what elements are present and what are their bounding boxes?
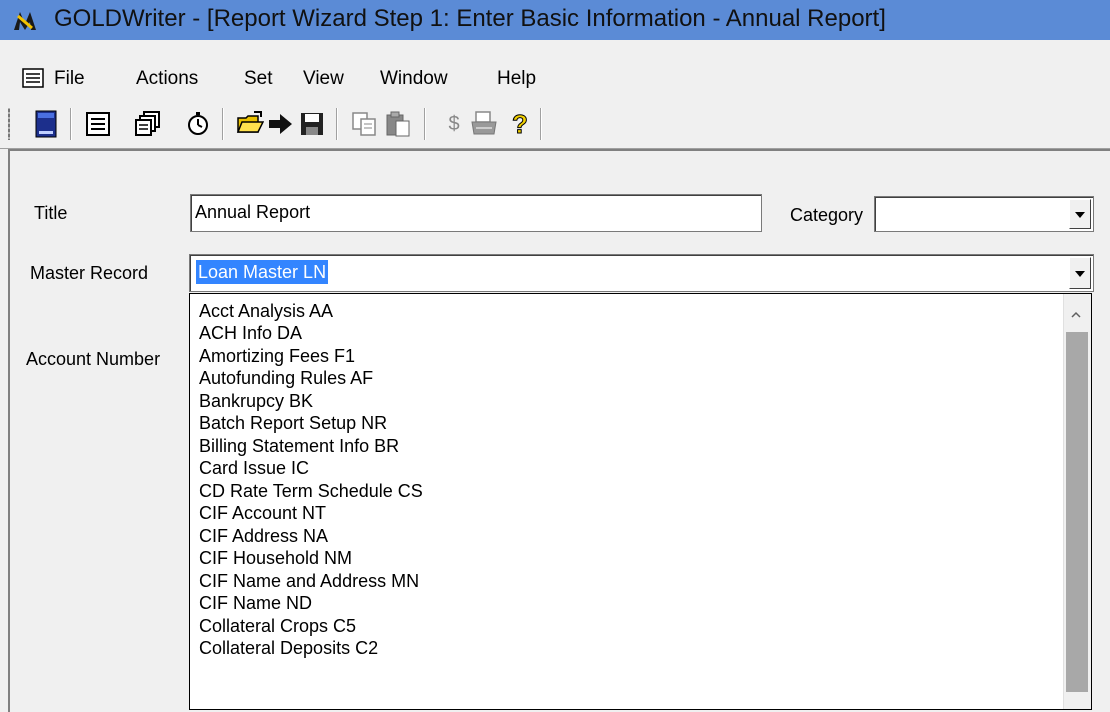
open-folder-icon[interactable]: [236, 110, 264, 138]
account-number-label: Account Number: [26, 349, 161, 369]
print-icon[interactable]: [470, 110, 498, 138]
menu-actions[interactable]: Actions: [136, 68, 198, 90]
title-bar[interactable]: GOLDWriter - [Report Wizard Step 1: Ente…: [0, 0, 1110, 40]
help-icon[interactable]: ?: [506, 110, 534, 139]
toolbar: $ ?: [0, 100, 1110, 149]
list-item[interactable]: Card Issue IC: [199, 457, 309, 479]
list-item[interactable]: CIF Account NT: [199, 502, 326, 524]
scroll-up-icon[interactable]: [1071, 310, 1081, 320]
toolbar-separator: [70, 108, 72, 140]
copy-icon[interactable]: [350, 110, 378, 138]
calculator-icon[interactable]: [32, 110, 60, 138]
list-item[interactable]: Batch Report Setup NR: [199, 412, 387, 434]
menu-help[interactable]: Help: [497, 68, 536, 90]
window-title: GOLDWriter - [Report Wizard Step 1: Ente…: [54, 5, 886, 32]
toolbar-separator: [336, 108, 338, 140]
run-arrow-icon[interactable]: [266, 110, 294, 138]
document-menu-icon[interactable]: [22, 68, 44, 88]
paste-icon[interactable]: [384, 110, 412, 138]
chevron-down-icon: [1075, 212, 1085, 218]
timer-icon[interactable]: [184, 110, 212, 138]
list-item[interactable]: Autofunding Rules AF: [199, 367, 373, 389]
menu-view[interactable]: View: [303, 68, 344, 90]
list-item[interactable]: Amortizing Fees F1: [199, 345, 355, 367]
menu-window[interactable]: Window: [380, 68, 448, 90]
list-item[interactable]: CIF Household NM: [199, 547, 352, 569]
save-icon[interactable]: [298, 110, 326, 138]
list-item[interactable]: Acct Analysis AA: [199, 300, 333, 322]
scrollbar-thumb[interactable]: [1066, 332, 1088, 692]
category-label: Category: [790, 205, 864, 225]
toolbar-separator: [540, 108, 542, 140]
menu-bar: File Actions Set View Window Help: [0, 64, 1110, 94]
master-record-label: Master Record: [30, 263, 149, 283]
category-select[interactable]: [874, 196, 1094, 232]
list-item[interactable]: Collateral Deposits C2: [199, 637, 378, 659]
category-dropdown-button[interactable]: [1069, 199, 1091, 229]
toolbar-separator: [424, 108, 426, 140]
list-item[interactable]: CIF Name ND: [199, 592, 312, 614]
list-item[interactable]: CIF Name and Address MN: [199, 570, 419, 592]
master-record-dropdown-button[interactable]: [1069, 257, 1091, 289]
list-item[interactable]: Billing Statement Info BR: [199, 435, 399, 457]
list-item[interactable]: ACH Info DA: [199, 322, 302, 344]
master-record-options-list[interactable]: Acct Analysis AA ACH Info DA Amortizing …: [189, 293, 1092, 710]
list-item[interactable]: CD Rate Term Schedule CS: [199, 480, 423, 502]
master-record-value: Loan Master LN: [196, 260, 329, 284]
dollar-icon[interactable]: $: [440, 110, 468, 138]
menu-file[interactable]: File: [54, 68, 85, 90]
chevron-down-icon: [1075, 271, 1085, 277]
title-input[interactable]: Annual Report: [190, 194, 762, 232]
list-item[interactable]: Collateral Crops C5: [199, 615, 356, 637]
report-icon[interactable]: [84, 110, 112, 138]
title-label: Title: [34, 203, 68, 223]
toolbar-separator: [222, 108, 224, 140]
app-logo-icon[interactable]: [12, 8, 38, 32]
list-item[interactable]: CIF Address NA: [199, 525, 328, 547]
list-item[interactable]: Bankrupcy BK: [199, 390, 313, 412]
master-record-select[interactable]: Loan Master LN: [189, 254, 1094, 292]
vertical-scrollbar[interactable]: [1063, 294, 1091, 709]
menu-set[interactable]: Set: [244, 68, 273, 90]
reports-stack-icon[interactable]: [134, 110, 162, 138]
toolbar-grip[interactable]: [8, 108, 10, 140]
